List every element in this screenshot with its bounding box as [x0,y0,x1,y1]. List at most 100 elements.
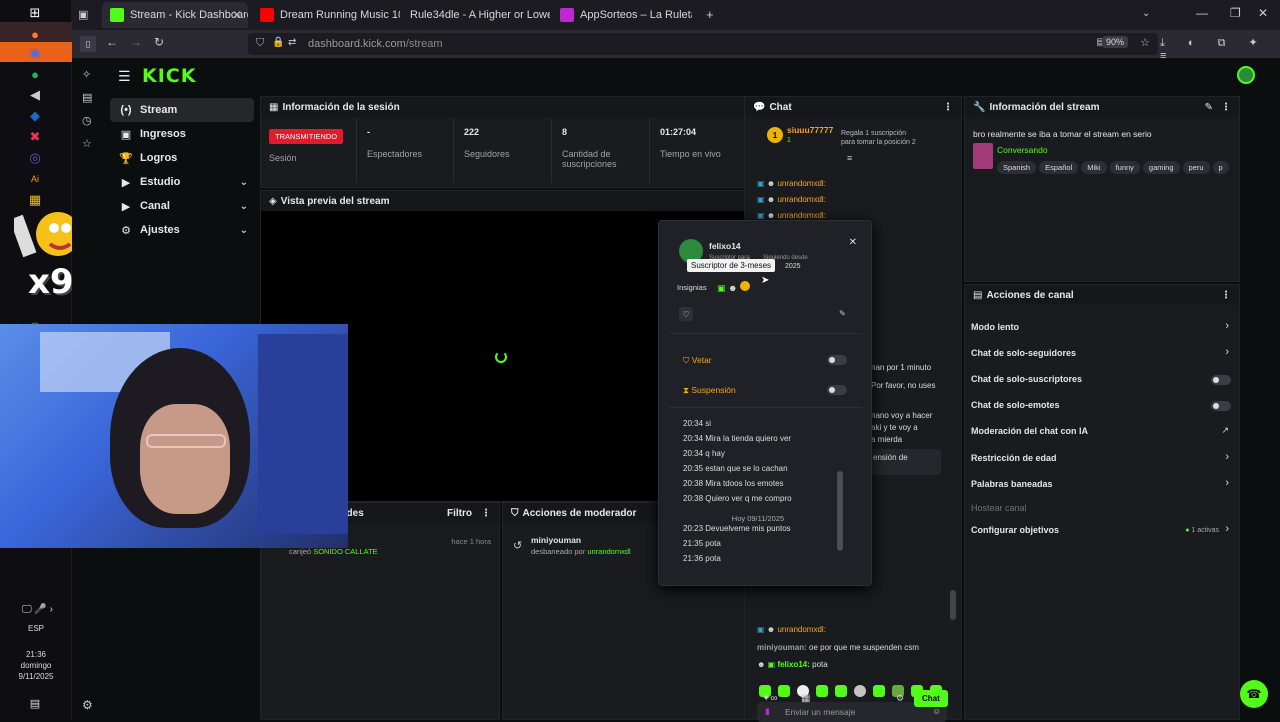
unban-icon: ↺ [513,540,523,552]
gear-icon[interactable]: ⚙ [82,698,93,712]
back-icon[interactable]: ← [106,35,118,49]
permissions-icon[interactable]: ⇄ [288,37,296,48]
nav-item-ajustes[interactable]: ⚙ Ajustes ⌄ [110,218,254,242]
timeout-toggle[interactable] [827,385,847,395]
url-bar[interactable]: ⛉ 🔒 ⇄ dashboard.kick.com/stream ▤ 90% ☆ [248,33,1158,55]
audio-icon[interactable]: ◀ [24,84,46,106]
chat-settings-icon[interactable]: ⚙ [896,693,904,704]
emote-picker-icon[interactable]: ☺ [932,706,941,716]
chevron-right-icon: › [1225,477,1229,489]
mod-action-user[interactable]: miniyouman [531,535,581,545]
more-icon[interactable]: ⋮ [943,102,953,113]
more-icon[interactable]: ⋮ [481,508,491,519]
chat-line: ▣ ☻ unrandomxdl: [757,179,826,188]
wrench-icon: 🔧 [973,101,986,113]
favorites-icon[interactable]: ☆ [82,133,92,156]
video-icon: ◈ [269,195,277,207]
goals-status: ● 1 activas [1185,527,1219,534]
kick-logo[interactable]: KICK [142,65,196,87]
tag: Español [1039,161,1079,174]
chat-line-partial: a mierda [871,435,903,444]
chat-line-partial: nano voy a hacer [871,411,933,420]
chat-line-partial: nan por 1 minuto [871,363,932,372]
spotify-icon[interactable]: ● [24,63,46,85]
app-icon[interactable]: ✖ [24,126,46,148]
menu-icon[interactable]: ☰ [118,68,131,85]
steam-icon[interactable]: ◆ [24,105,46,127]
bookmarks-icon[interactable]: ▤ [82,87,92,110]
trophy-icon: 🏆 [119,152,133,165]
filter-button[interactable]: Filtro [447,508,472,519]
windows-icon[interactable]: ⊞ [24,2,46,24]
activity-line: canjeó SONIDO CALLATE [289,547,378,556]
wallet-icon: ▣ [120,128,132,141]
shield-icon: ⛉ [511,507,519,519]
tab-dream-music[interactable]: Dream Running Music 10 HOUR [252,2,400,28]
reload-icon[interactable]: ↻ [154,35,164,49]
ai-icon[interactable]: ✧ [82,64,92,87]
clock[interactable]: 21:36 domingo 9/11/2025 [0,649,72,682]
nav-item-ingresos[interactable]: ▣ Ingresos [110,122,254,146]
lock-icon[interactable]: 🔒 [272,37,284,48]
edit-icon[interactable]: ✎ [1205,102,1213,113]
mod-pen-icon[interactable]: ✎ [839,309,846,318]
nav-item-stream[interactable]: (•) Stream [110,98,254,122]
gift-promo[interactable]: Regala 1 suscripción para tomar la posici… [841,129,916,147]
stat-tiempo: 01:27:04 Tiempo en vivo [649,119,747,183]
emotes-only-toggle[interactable] [1211,401,1231,411]
bookmark-star-icon[interactable]: ☆ [1140,36,1150,49]
forward-icon[interactable]: → [130,35,142,49]
close-tab-icon[interactable]: ✕ [232,8,242,22]
notification-icon[interactable]: ▤ [24,692,46,714]
nav-item-canal[interactable]: ▶ Canal ⌄ [110,194,254,218]
close-window-icon[interactable]: ✕ [1258,6,1268,20]
chat-scrollbar[interactable] [950,590,956,620]
ban-label: ⛉ Vetar [683,355,712,365]
pin-icon[interactable]: ≡ [847,153,852,163]
support-button[interactable]: ☎ [1240,680,1268,708]
obs-icon[interactable]: ◎ [24,147,46,169]
avatar[interactable] [1237,66,1255,84]
follow-heart-icon[interactable]: ♡ [679,307,693,321]
tag: funny [1109,161,1140,174]
points-icon[interactable]: ✦∞ [762,693,778,704]
tag: peru [1182,161,1210,174]
new-tab-button[interactable]: + [706,7,714,22]
close-icon[interactable]: ✕ [849,237,857,248]
subs-only-toggle[interactable] [1211,375,1231,385]
tab-stream-kick[interactable]: Stream - Kick Dashboard ✕ [102,2,248,28]
zoom-level[interactable]: 90% [1101,36,1128,48]
store-icon[interactable]: ▦ [801,693,810,704]
discord-icon[interactable]: ◉ [24,42,46,64]
minimize-icon[interactable]: — [1196,6,1208,20]
nav-item-estudio[interactable]: ▶ Estudio ⌄ [110,170,254,194]
sidebar-toggle-icon[interactable]: ▯ [80,36,96,52]
user-card-username[interactable]: felixo14 [709,241,741,251]
history-icon[interactable]: ◷ [82,110,92,133]
messages-scrollbar[interactable] [837,471,843,551]
user-message: 20:38 Mira tdoos los emotes [683,479,784,488]
ban-toggle[interactable] [827,355,847,365]
chat-line: ▣ ☻ unrandomxdl: [757,211,826,220]
tab-list-icon[interactable]: ⌄ [1142,8,1150,19]
send-chat-button[interactable]: Chat [914,690,948,707]
shield-icon[interactable]: ⛉ [256,37,264,50]
tray-icons[interactable]: 🖵 🎤 › [22,604,53,615]
chevron-right-icon: › [1225,346,1229,358]
illustrator-icon[interactable]: Ai [24,168,46,190]
mic-icon[interactable]: ▮ [765,706,770,717]
tab-appsorteos[interactable]: AppSorteos – La Ruleta de la Suer [552,2,692,28]
tab-overview-icon[interactable]: ▣ [78,8,88,21]
chat-line-partial: aki y te voy a [871,423,918,432]
preview-header: ◈ Vista previa del stream [261,191,811,211]
nav-item-logros[interactable]: 🏆 Logros [110,146,254,170]
top-gifter-user[interactable]: siuuu77777 [787,125,833,135]
category-name[interactable]: Conversando [997,145,1048,155]
kick-favicon [110,8,124,22]
session-label: Sesión [269,153,297,163]
language-indicator[interactable]: ESP [28,624,44,633]
more-icon[interactable]: ⋮ [1221,290,1231,301]
tab-rule34dle[interactable]: Rule34dle - A Higher or Lower Game [402,2,550,28]
maximize-icon[interactable]: ❐ [1230,6,1241,20]
more-icon[interactable]: ⋮ [1221,102,1231,113]
